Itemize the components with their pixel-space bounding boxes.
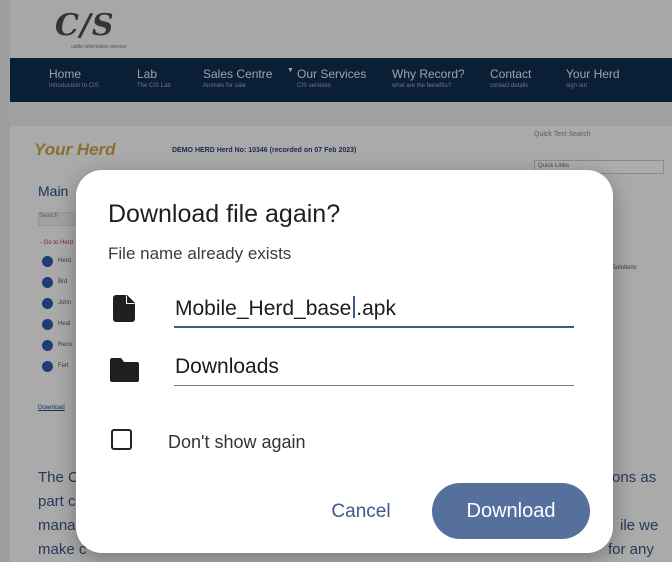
- folder-field[interactable]: Downloads: [174, 351, 574, 386]
- dont-show-again-checkbox[interactable]: [111, 429, 132, 450]
- file-icon: [113, 295, 135, 322]
- cancel-button[interactable]: Cancel: [312, 490, 410, 534]
- download-again-dialog: Download file again? File name already e…: [76, 170, 613, 553]
- dialog-subtitle: File name already exists: [108, 244, 292, 263]
- filename-value: Mobile_Herd_base .apk: [175, 296, 396, 320]
- dont-show-again-label[interactable]: Don't show again: [168, 432, 306, 453]
- text-cursor: [353, 296, 356, 318]
- dialog-title: Download file again?: [108, 200, 341, 228]
- folder-icon: [110, 358, 139, 382]
- folder-value: Downloads: [175, 355, 279, 378]
- filename-input[interactable]: Mobile_Herd_base .apk: [174, 292, 574, 328]
- download-button[interactable]: Download: [432, 483, 590, 539]
